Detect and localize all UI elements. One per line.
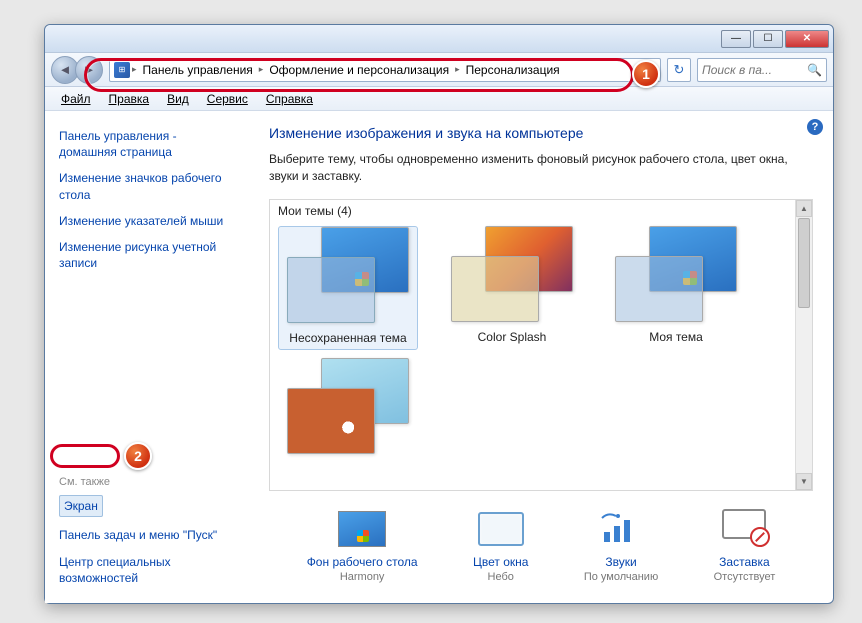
sidebar-link-taskbar[interactable]: Панель задач и меню "Пуск" bbox=[57, 522, 233, 548]
crumb-appearance[interactable]: Оформление и персонализация bbox=[265, 61, 453, 79]
forward-button[interactable]: ► bbox=[75, 56, 103, 84]
option-value: По умолчанию bbox=[584, 571, 658, 583]
option-label: Звуки bbox=[584, 555, 658, 569]
search-icon: 🔍 bbox=[807, 63, 822, 77]
theme-label bbox=[278, 458, 418, 480]
page-title: Изменение изображения и звука на компьют… bbox=[269, 125, 813, 141]
help-icon[interactable]: ? bbox=[807, 119, 823, 135]
menu-file[interactable]: Файл bbox=[53, 90, 99, 108]
theme-label: Color Splash bbox=[442, 326, 582, 348]
personalization-window: — ☐ ✕ ◄ ► ⊞ ▸ Панель управления ▸ Оформл… bbox=[44, 24, 834, 604]
option-desktop-background[interactable]: Фон рабочего стола Harmony bbox=[307, 509, 418, 583]
search-input[interactable] bbox=[702, 63, 803, 77]
refresh-button[interactable]: ↻ bbox=[667, 58, 691, 82]
themes-scrollbar[interactable]: ▲ ▼ bbox=[795, 200, 812, 490]
main-panel: ? Изменение изображения и звука на компь… bbox=[245, 111, 833, 603]
sidebar: Панель управления - домашняя страница Из… bbox=[45, 111, 245, 603]
sidebar-link-home[interactable]: Панель управления - домашняя страница bbox=[57, 123, 233, 165]
chevron-right-icon: ▸ bbox=[132, 64, 137, 75]
see-also-heading: См. также bbox=[57, 472, 233, 490]
sounds-icon bbox=[595, 509, 647, 549]
sidebar-link-mouse-pointers[interactable]: Изменение указателей мыши bbox=[57, 208, 233, 234]
scroll-up-button[interactable]: ▲ bbox=[796, 200, 812, 217]
bottom-options: Фон рабочего стола Harmony Цвет окна Неб… bbox=[269, 491, 813, 589]
crumb-control-panel[interactable]: Панель управления bbox=[139, 61, 257, 79]
search-box[interactable]: 🔍 bbox=[697, 58, 827, 82]
theme-color-splash[interactable]: Color Splash bbox=[442, 226, 582, 350]
sidebar-link-display[interactable]: Экран bbox=[57, 490, 233, 522]
desktop-background-icon bbox=[338, 511, 386, 547]
menu-edit[interactable]: Правка bbox=[101, 90, 158, 108]
themes-listbox: Мои темы (4) Несохраненная тема Color Sp… bbox=[269, 199, 813, 491]
control-panel-icon: ⊞ bbox=[114, 62, 130, 78]
titlebar: — ☐ ✕ bbox=[45, 25, 833, 53]
option-label: Заставка bbox=[714, 555, 776, 569]
option-label: Фон рабочего стола bbox=[307, 555, 418, 569]
option-screensaver[interactable]: Заставка Отсутствует bbox=[714, 509, 776, 583]
chevron-right-icon: ▸ bbox=[455, 64, 460, 75]
option-value: Отсутствует bbox=[714, 571, 776, 583]
menu-bar: Файл Правка Вид Сервис Справка bbox=[45, 87, 833, 111]
address-bar[interactable]: ⊞ ▸ Панель управления ▸ Оформление и пер… bbox=[109, 58, 661, 82]
menu-view[interactable]: Вид bbox=[159, 90, 197, 108]
address-dropdown[interactable]: ▾ bbox=[643, 64, 656, 75]
theme-architecture[interactable] bbox=[278, 358, 418, 480]
theme-label: Несохраненная тема bbox=[279, 327, 417, 349]
screensaver-icon bbox=[720, 509, 768, 549]
minimize-button[interactable]: — bbox=[721, 30, 751, 48]
chevron-right-icon: ▸ bbox=[259, 64, 264, 75]
sidebar-link-ease-of-access[interactable]: Центр специальных возможностей bbox=[57, 549, 233, 591]
nav-toolbar: ◄ ► ⊞ ▸ Панель управления ▸ Оформление и… bbox=[45, 53, 833, 87]
option-value: Harmony bbox=[307, 571, 418, 583]
menu-tools[interactable]: Сервис bbox=[199, 90, 256, 108]
option-sounds[interactable]: Звуки По умолчанию bbox=[584, 509, 658, 583]
close-button[interactable]: ✕ bbox=[785, 30, 829, 48]
option-label: Цвет окна bbox=[473, 555, 528, 569]
scroll-thumb[interactable] bbox=[798, 218, 810, 308]
sidebar-link-account-picture[interactable]: Изменение рисунка учетной записи bbox=[57, 234, 233, 276]
page-description: Выберите тему, чтобы одновременно измени… bbox=[269, 151, 813, 185]
sidebar-link-desktop-icons[interactable]: Изменение значков рабочего стола bbox=[57, 165, 233, 207]
window-color-icon bbox=[478, 512, 524, 546]
theme-my-theme[interactable]: Моя тема bbox=[606, 226, 746, 350]
theme-unsaved[interactable]: Несохраненная тема bbox=[278, 226, 418, 350]
themes-section-header: Мои темы (4) bbox=[270, 200, 812, 222]
crumb-personalization[interactable]: Персонализация bbox=[462, 61, 564, 79]
scroll-down-button[interactable]: ▼ bbox=[796, 473, 812, 490]
maximize-button[interactable]: ☐ bbox=[753, 30, 783, 48]
menu-help[interactable]: Справка bbox=[258, 90, 321, 108]
option-value: Небо bbox=[473, 571, 528, 583]
option-window-color[interactable]: Цвет окна Небо bbox=[473, 509, 528, 583]
theme-label: Моя тема bbox=[606, 326, 746, 348]
